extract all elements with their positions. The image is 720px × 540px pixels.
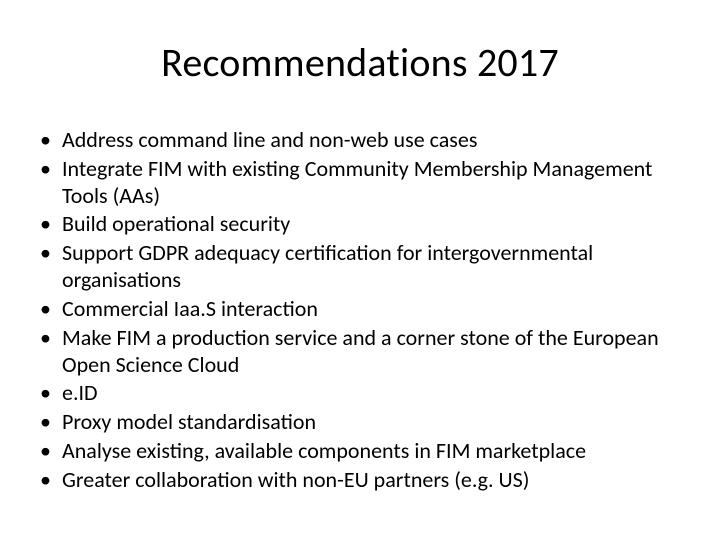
list-item: e.ID — [32, 380, 688, 407]
list-item: Greater collaboration with non-EU partne… — [32, 467, 688, 494]
list-item: Build operational security — [32, 211, 688, 238]
list-item: Address command line and non-web use cas… — [32, 127, 688, 154]
list-item: Integrate FIM with existing Community Me… — [32, 156, 688, 210]
list-item: Support GDPR adequacy certification for … — [32, 240, 688, 294]
list-item: Make FIM a production service and a corn… — [32, 325, 688, 379]
bullet-list: Address command line and non-web use cas… — [32, 127, 688, 494]
slide: Recommendations 2017 Address command lin… — [0, 38, 720, 540]
list-item: Commercial Iaa.S interaction — [32, 296, 688, 323]
list-item: Analyse existing, available components i… — [32, 438, 688, 465]
slide-title: Recommendations 2017 — [0, 38, 720, 87]
list-item: Proxy model standardisation — [32, 409, 688, 436]
slide-body: Address command line and non-web use cas… — [0, 127, 720, 494]
